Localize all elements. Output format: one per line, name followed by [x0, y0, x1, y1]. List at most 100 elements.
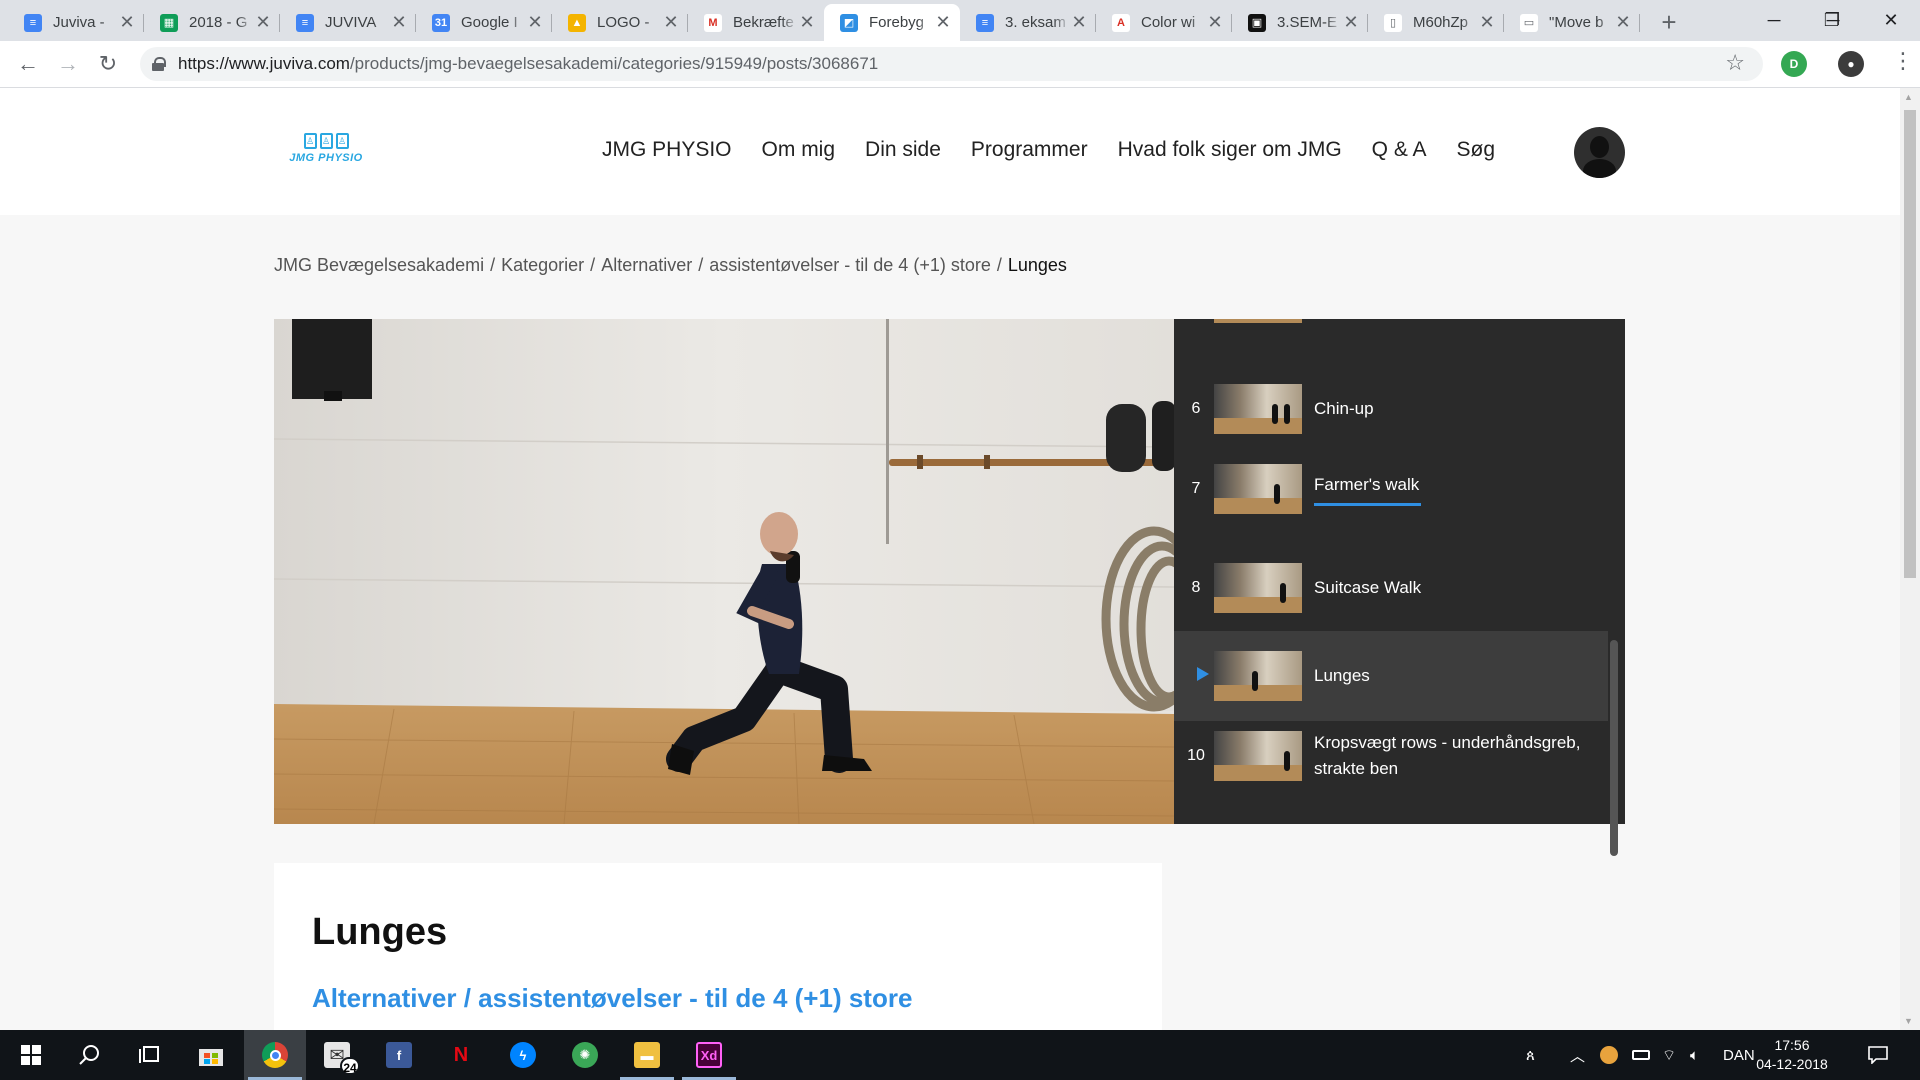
playlist-item[interactable]: Lunges [1174, 631, 1608, 721]
action-center-icon[interactable] [1868, 1030, 1888, 1080]
close-tab-icon[interactable]: ✕ [1614, 12, 1632, 33]
breadcrumb-link[interactable]: assistentøvelser - til de 4 (+1) store [709, 255, 991, 275]
windows-start-icon[interactable] [0, 1030, 62, 1080]
page-scrollbar[interactable]: ▲ ▼ [1900, 88, 1920, 1030]
battery-icon[interactable] [1632, 1030, 1650, 1080]
breadcrumb-link[interactable]: Alternativer [601, 255, 692, 275]
close-tab-icon[interactable]: ✕ [1206, 12, 1224, 33]
bookmark-star-icon[interactable]: ☆ [1725, 50, 1745, 76]
playlist-item[interactable]: 8 Suitcase Walk [1174, 544, 1608, 632]
messenger-icon[interactable]: ϟ [492, 1030, 554, 1080]
clock-time: 17:56 [1774, 1037, 1810, 1053]
new-tab-button[interactable]: + [1655, 7, 1683, 38]
minimize-window-button[interactable]: ─ [1745, 0, 1803, 40]
breadcrumb-separator: / [490, 255, 496, 275]
close-tab-icon[interactable]: ✕ [118, 12, 136, 33]
close-tab-icon[interactable]: ✕ [662, 12, 680, 33]
chrome-menu-icon[interactable]: ⋮ [1892, 50, 1914, 72]
page-viewport: ♙ ♙ ♙ JMG PHYSIO JMG PHYSIO Om mig Din side P… [0, 88, 1900, 1030]
adobe-icon: A [1112, 13, 1130, 32]
system-clock[interactable]: 17:56 04-12-2018 [1752, 1036, 1832, 1074]
windows-taskbar: ✉ 24 f Nϟ ✺ ▬ Xd ጰ ︿ ⌔ 🔈︎ DAN 17:56 04-12-2018 [0, 1030, 1920, 1080]
file-icon: ▯ [1384, 13, 1402, 32]
microsoft-store-icon[interactable] [180, 1030, 242, 1080]
address-bar[interactable]: https://www.juviva.com/products/jmg-beva… [140, 47, 1763, 81]
close-tab-icon[interactable]: ✕ [390, 12, 408, 33]
facebook-icon[interactable]: f [368, 1030, 430, 1080]
browser-tab[interactable]: ≡ Juviva - ✕ [8, 4, 144, 41]
close-tab-icon[interactable]: ✕ [934, 12, 952, 33]
nav-link[interactable]: Hvad folk siger om JMG [1118, 138, 1342, 168]
close-tab-icon[interactable]: ✕ [526, 12, 544, 33]
browser-tab[interactable]: ▭ "Move b ✕ [1504, 4, 1640, 41]
nav-link[interactable]: JMG PHYSIO [602, 138, 732, 168]
netflix-icon[interactable]: N [430, 1030, 492, 1080]
browser-tab[interactable]: M Bekræfte ✕ [688, 4, 824, 41]
breadcrumb-link[interactable]: Kategorier [501, 255, 584, 275]
restore-window-button[interactable]: ❐ [1803, 0, 1861, 40]
globe-app-icon[interactable]: ✺ [554, 1030, 616, 1080]
breadcrumb-link[interactable]: JMG Bevægelsesakademi [274, 255, 484, 275]
lesson-category-link[interactable]: Alternativer / assistentøvelser - til de… [312, 983, 912, 1014]
nav-link[interactable]: Programmer [971, 138, 1088, 168]
lesson-title: Lunges [312, 911, 448, 953]
nav-link[interactable]: Din side [865, 138, 941, 168]
nav-link[interactable]: Om mig [762, 138, 836, 168]
playlist-item[interactable]: 6 Chin-up [1174, 369, 1608, 449]
show-hidden-icons[interactable]: ︿ [1570, 1030, 1585, 1080]
browser-tab[interactable]: 31 Google I ✕ [416, 4, 552, 41]
playlist-item-partial[interactable] [1174, 319, 1608, 325]
close-tab-icon[interactable]: ✕ [798, 12, 816, 33]
people-icon[interactable]: ጰ [1526, 1030, 1544, 1080]
video-player[interactable] [274, 319, 1174, 824]
close-window-button[interactable]: ✕ [1862, 0, 1920, 40]
close-tab-icon[interactable]: ✕ [1070, 12, 1088, 33]
back-arrow-icon[interactable]: ← [13, 49, 43, 79]
docs-icon: ≡ [976, 13, 994, 32]
scroll-down-icon[interactable]: ▼ [1904, 1016, 1913, 1026]
juviva-icon: ◩ [840, 13, 858, 32]
close-tab-icon[interactable]: ✕ [254, 12, 272, 33]
browser-tab[interactable]: ≡ JUVIVA ✕ [280, 4, 416, 41]
close-tab-icon[interactable]: ✕ [1478, 12, 1496, 33]
playlist-scrollbar[interactable] [1610, 640, 1618, 856]
jmg-physio-logo[interactable]: ♙ ♙ ♙ JMG PHYSIO [278, 133, 374, 169]
scroll-thumb[interactable] [1904, 110, 1916, 578]
docs-icon: ≡ [296, 13, 314, 32]
extension-profile-icon[interactable]: ● [1838, 51, 1864, 77]
scroll-up-icon[interactable]: ▲ [1904, 92, 1913, 102]
browser-tab[interactable]: A Color wi ✕ [1096, 4, 1232, 41]
forward-arrow-icon[interactable]: → [53, 49, 83, 79]
file-explorer-icon[interactable]: ▬ [616, 1030, 678, 1080]
volume-icon[interactable]: 🔈︎ [1690, 1030, 1699, 1080]
browser-tab[interactable]: ≡ 3. eksam ✕ [960, 4, 1096, 41]
reload-icon[interactable]: ↻ [93, 49, 123, 79]
wifi-icon[interactable]: ⌔ [1662, 1030, 1676, 1080]
playlist-item-text: Farmer's walk [1314, 472, 1604, 506]
user-avatar[interactable] [1574, 127, 1625, 178]
main-navigation: JMG PHYSIO Om mig Din side Programmer Hvad f… [602, 138, 1525, 168]
playlist-item[interactable]: 10 Kropsvægt rows - underhåndsgreb, strak… [1174, 711, 1608, 801]
playlist-item[interactable]: 7 Farmer's walk [1174, 449, 1608, 529]
browser-tab[interactable]: ▦ 2018 - G ✕ [144, 4, 280, 41]
task-view-icon[interactable] [118, 1030, 180, 1080]
close-tab-icon[interactable]: ✕ [1342, 12, 1360, 33]
adobe-xd-icon[interactable]: Xd [678, 1030, 740, 1080]
url-path: /products/jmg-bevaegelsesakademi/categor… [349, 54, 879, 73]
tab-separator [1639, 14, 1640, 32]
chrome-icon[interactable] [244, 1030, 306, 1080]
input-language[interactable]: DAN [1723, 1030, 1755, 1080]
nav-link[interactable]: Søg [1457, 138, 1496, 168]
playlist-thumbnail [1214, 319, 1302, 323]
browser-tab[interactable]: ◩ Forebyg ✕ [824, 4, 960, 41]
nav-link[interactable]: Q & A [1372, 138, 1427, 168]
browser-tab[interactable]: ▲ LOGO - ✕ [552, 4, 688, 41]
search-icon[interactable] [58, 1030, 120, 1080]
browser-tab-strip: ≡ Juviva - ✕ ▦ 2018 - G ✕ ≡ JUVIVA ✕ 31 Google I ✕ ▲… [0, 0, 1920, 41]
browser-tab[interactable]: ▯ M60hZp ✕ [1368, 4, 1504, 41]
tray-app-icon[interactable] [1600, 1030, 1618, 1080]
tab-title: JUVIVA [325, 14, 377, 31]
mail-icon[interactable]: ✉ 24 [306, 1030, 368, 1080]
browser-tab[interactable]: ▣ 3.SEM-E ✕ [1232, 4, 1368, 41]
extension-green-icon[interactable]: D [1781, 51, 1807, 77]
